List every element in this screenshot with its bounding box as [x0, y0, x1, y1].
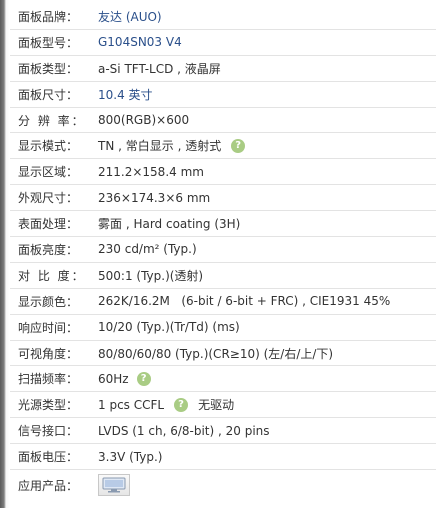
- spec-label: 表面处理：: [18, 217, 79, 232]
- spec-value: 60Hz: [98, 371, 129, 386]
- spec-row-model: 面板型号： G104SN03 V4: [10, 30, 436, 56]
- spec-label: 显示模式：: [18, 139, 79, 154]
- spec-row-colors: 显示颜色： 262K/16.2M (6-bit / 6-bit + FRC) ,…: [10, 289, 436, 315]
- spec-value-wrap: 60Hz ?: [90, 371, 151, 386]
- spec-value: 211.2×158.4 mm: [98, 164, 204, 179]
- spec-row-resolution: 分 辨 率： 800(RGB)×600: [10, 108, 436, 134]
- spec-row-brand: 面板品牌： 友达 (AUO): [10, 4, 436, 30]
- question-mark-icon[interactable]: ?: [231, 138, 246, 153]
- spec-value-wrap: [90, 474, 130, 497]
- spec-label: 应用产品：: [18, 478, 79, 493]
- spec-value: TN , 常白显示 , 透射式: [98, 139, 222, 154]
- model-link[interactable]: G104SN03 V4: [90, 35, 182, 49]
- spec-label: 光源类型：: [18, 398, 79, 413]
- spec-row-application: 应用产品：: [10, 470, 436, 500]
- spec-label: 面板电压：: [18, 450, 79, 465]
- question-mark-icon[interactable]: ?: [174, 397, 189, 412]
- monitor-icon[interactable]: [98, 474, 130, 497]
- spec-row-outline: 外观尺寸： 236×174.3×6 mm: [10, 185, 436, 212]
- spec-value: 500:1 (Typ.)(透射): [98, 268, 204, 283]
- spec-label: 分 辨 率：: [18, 113, 86, 128]
- spec-label: 面板尺寸：: [18, 87, 79, 102]
- spec-row-interface: 信号接口： LVDS (1 ch, 6/8-bit) , 20 pins: [10, 418, 436, 445]
- question-mark-icon[interactable]: ?: [136, 371, 151, 386]
- spec-value-wrap: 1 pcs CCFL ? 无驱动: [90, 396, 234, 413]
- spec-row-brightness: 面板亮度： 230 cd/m² (Typ.): [10, 237, 436, 263]
- spec-value: 230 cd/m² (Typ.): [98, 242, 197, 257]
- spec-table: 面板品牌： 友达 (AUO) 面板型号： G104SN03 V4 面板类型： a…: [10, 4, 436, 500]
- spec-value: 10/20 (Typ.)(Tr/Td) (ms): [98, 320, 240, 335]
- spec-row-size: 面板尺寸： 10.4 英寸: [10, 82, 436, 108]
- spec-label: 面板品牌：: [18, 9, 79, 24]
- spec-page: 面板品牌： 友达 (AUO) 面板型号： G104SN03 V4 面板类型： a…: [0, 0, 436, 508]
- spec-label: 外观尺寸：: [18, 191, 79, 206]
- spec-value: a-Si TFT-LCD , 液晶屏: [98, 61, 221, 76]
- spec-row-response: 响应时间： 10/20 (Typ.)(Tr/Td) (ms): [10, 315, 436, 341]
- left-scroll-edge: [0, 0, 10, 508]
- spec-value-wrap: TN , 常白显示 , 透射式 ?: [90, 137, 246, 154]
- spec-value: 3.3V (Typ.): [98, 449, 163, 464]
- spec-value: 1 pcs CCFL: [98, 397, 165, 412]
- spec-row-surface: 表面处理： 雾面 , Hard coating (3H): [10, 211, 436, 238]
- spec-label: 可视角度：: [18, 346, 79, 361]
- spec-label: 扫描频率：: [18, 372, 79, 387]
- brand-link[interactable]: 友达 (AUO): [90, 8, 162, 25]
- size-link[interactable]: 10.4 英寸: [90, 86, 153, 103]
- spec-row-panel-type: 面板类型： a-Si TFT-LCD , 液晶屏: [10, 56, 436, 82]
- spec-value: 262K/16.2M (6-bit / 6-bit + FRC) , CIE19…: [98, 294, 391, 309]
- spec-value: 236×174.3×6 mm: [98, 190, 211, 205]
- spec-label: 面板类型：: [18, 61, 79, 76]
- spec-value: 雾面 , Hard coating (3H): [98, 217, 241, 232]
- spec-label: 显示区域：: [18, 165, 79, 180]
- spec-label: 显示颜色：: [18, 294, 79, 309]
- spec-label: 信号接口：: [18, 424, 79, 439]
- spec-row-frequency: 扫描频率： 60Hz ?: [10, 366, 436, 393]
- spec-row-display-mode: 显示模式： TN , 常白显示 , 透射式 ?: [10, 133, 436, 160]
- spec-row-active-area: 显示区域： 211.2×158.4 mm: [10, 159, 436, 186]
- spec-label: 面板型号：: [18, 35, 79, 50]
- spec-row-backlight: 光源类型： 1 pcs CCFL ? 无驱动: [10, 392, 436, 419]
- spec-row-viewing-angle: 可视角度： 80/80/60/80 (Typ.)(CR≥10) (左/右/上/下…: [10, 341, 436, 367]
- spec-value-extra: 无驱动: [198, 398, 235, 413]
- spec-value: 800(RGB)×600: [98, 113, 190, 127]
- spec-row-contrast: 对 比 度： 500:1 (Typ.)(透射): [10, 263, 436, 289]
- spec-value: 80/80/60/80 (Typ.)(CR≥10) (左/右/上/下): [98, 346, 334, 361]
- spec-label: 响应时间：: [18, 320, 79, 335]
- spec-row-voltage: 面板电压： 3.3V (Typ.): [10, 444, 436, 471]
- spec-label: 对 比 度：: [18, 268, 86, 283]
- spec-value: LVDS (1 ch, 6/8-bit) , 20 pins: [98, 423, 270, 438]
- spec-label: 面板亮度：: [18, 242, 79, 257]
